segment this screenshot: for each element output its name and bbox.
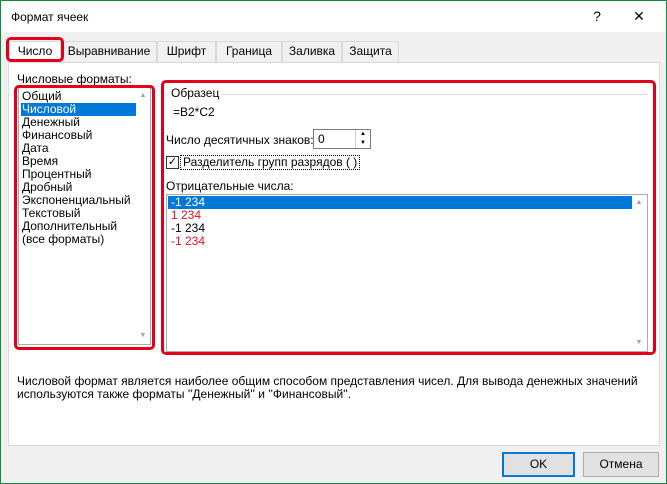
sample-legend: Образец [169,86,222,100]
stepper-buttons: ▲ ▼ [355,130,370,148]
ok-button[interactable]: OK [502,452,575,477]
tab-alignment[interactable]: Выравнивание [61,41,157,62]
tab-border[interactable]: Граница [216,41,282,62]
decimal-places-value[interactable]: 0 [318,132,325,146]
sample-group [166,94,648,125]
tab-font[interactable]: Шрифт [157,41,216,62]
help-button[interactable]: ? [580,3,614,29]
cancel-button[interactable]: Отмена [583,452,659,477]
thousands-separator-label[interactable]: Разделитель групп разрядов ( ) [180,155,361,170]
negative-format-item[interactable]: -1 234 [168,235,633,248]
negative-format-item[interactable]: -1 234 [168,222,633,235]
check-icon: ✓ [167,156,178,168]
negative-format-item-selected[interactable]: -1 234 [168,196,633,209]
scroll-up-icon[interactable]: ▲ [634,197,644,209]
close-button[interactable]: ✕ [618,3,660,29]
scroll-down-icon[interactable]: ▼ [634,337,644,349]
categories-listbox[interactable]: Общий Числовой Денежный Финансовый Дата … [18,87,151,345]
thousands-separator-checkbox[interactable]: ✓ [166,156,179,169]
negative-numbers-label: Отрицательные числа: [166,179,294,193]
stepper-down-icon[interactable]: ▼ [356,139,370,148]
categories-scrollbar[interactable]: ▲ ▼ [136,88,150,344]
tab-protection[interactable]: Защита [342,41,399,62]
categories-label: Числовые форматы: [17,72,132,86]
negative-numbers-scrollbar[interactable]: ▲ ▼ [632,195,647,351]
category-item[interactable]: (все форматы) [21,233,136,246]
negative-numbers-listbox[interactable]: -1 234 1 234 -1 234 -1 234 ▲ ▼ [166,194,648,352]
tab-fill[interactable]: Заливка [282,41,342,62]
title-bar: Формат ячеек ? ✕ [1,1,666,32]
decimal-places-stepper[interactable]: 0 ▲ ▼ [313,129,371,149]
format-description: Числовой формат является наиболее общим … [17,374,638,401]
negative-format-item[interactable]: 1 234 [168,209,633,222]
close-icon: ✕ [633,8,645,24]
window-title: Формат ячеек [11,10,89,24]
scroll-down-icon[interactable]: ▼ [138,330,148,342]
sample-value: =B2*C2 [173,105,215,119]
stepper-up-icon[interactable]: ▲ [356,130,370,139]
scroll-up-icon[interactable]: ▲ [138,90,148,102]
tab-number[interactable]: Число [9,41,61,64]
format-cells-dialog: Формат ячеек ? ✕ Число Выравнивание Шриф… [0,0,667,484]
decimal-places-label: Число десятичных знаков: [166,133,314,147]
